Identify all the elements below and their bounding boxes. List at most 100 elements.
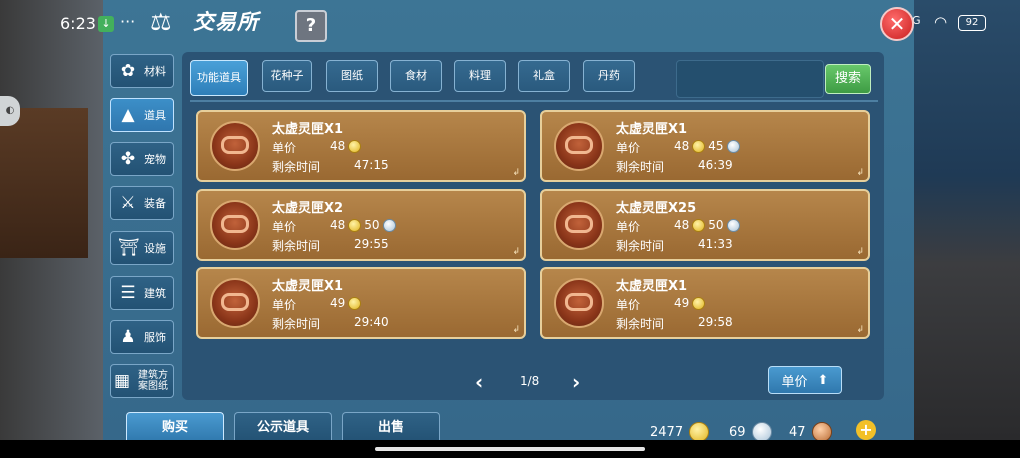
silver-coin-icon xyxy=(751,422,772,442)
gold-price: 49 xyxy=(330,296,346,310)
prev-page-icon[interactable]: ‹ xyxy=(475,370,483,394)
sidebar-item-clothing[interactable]: ♟ 服饰 xyxy=(110,320,174,354)
spirit-box-icon xyxy=(554,278,604,328)
wifi-icon: ◠ xyxy=(934,13,948,31)
props-icon: ▲ xyxy=(121,105,135,125)
materials-icon: ✿ xyxy=(120,61,136,81)
search-button[interactable]: 搜索 xyxy=(825,64,871,94)
tab-flower-seeds[interactable]: 花种子 xyxy=(262,60,312,92)
listing-card[interactable]: 太虚灵匣X1 单价 48 剩余时间 47:15 ↲ xyxy=(196,110,526,182)
tab-buy[interactable]: 购买 xyxy=(126,412,224,442)
tab-sell[interactable]: 出售 xyxy=(342,412,440,442)
item-price: 48 xyxy=(330,139,362,153)
sidebar-item-label: 服饰 xyxy=(144,331,166,344)
spirit-box-icon xyxy=(554,200,604,250)
gold-balance: 2477 xyxy=(650,422,710,442)
unit-price-label: 单价 xyxy=(272,220,297,234)
side-avatar[interactable]: ◐ xyxy=(0,96,20,126)
gold-coin-icon xyxy=(689,422,710,442)
sidebar-item-props[interactable]: ▲ 道具 xyxy=(110,98,174,132)
remaining-time-label: 剩余时间 xyxy=(272,239,321,253)
next-page-icon[interactable]: › xyxy=(572,370,580,394)
sidebar-item-materials[interactable]: ✿ 材料 xyxy=(110,54,174,88)
sword-icon: ⚔ xyxy=(120,193,136,213)
tab-function-props[interactable]: 功能道具 xyxy=(190,60,248,96)
tab-cuisine[interactable]: 料理 xyxy=(454,60,506,92)
home-indicator[interactable] xyxy=(375,447,645,451)
corner-mark-icon: ↲ xyxy=(512,325,520,335)
remaining-time: 29:55 xyxy=(354,237,389,251)
sidebar-item-label: 建筑 xyxy=(144,287,166,300)
corner-mark-icon: ↲ xyxy=(512,247,520,257)
search-input[interactable] xyxy=(676,60,824,98)
remaining-time: 29:58 xyxy=(698,315,733,329)
gold-amount: 2477 xyxy=(650,424,684,440)
scale-icon: ⚖ xyxy=(150,8,172,36)
tab-elixir[interactable]: 丹药 xyxy=(583,60,635,92)
gold-coin-icon xyxy=(348,296,362,310)
add-currency-icon[interactable]: + xyxy=(856,420,876,440)
unit-price-label: 单价 xyxy=(616,141,641,155)
remaining-time-label: 剩余时间 xyxy=(616,160,665,174)
item-name: 太虚灵匣X1 xyxy=(616,279,688,294)
gold-coin-icon xyxy=(692,218,706,232)
tab-gift-box[interactable]: 礼盒 xyxy=(518,60,570,92)
sidebar-item-facilities[interactable]: ⛩ 设施 xyxy=(110,231,174,265)
gold-price: 49 xyxy=(674,296,690,310)
listing-card[interactable]: 太虚灵匣X1 单价 49 剩余时间 29:40 ↲ xyxy=(196,267,526,339)
sidebar-item-label: 道具 xyxy=(144,109,166,122)
silver-price: 50 xyxy=(708,218,724,232)
listing-card[interactable]: 太虚灵匣X2 单价 48 50 剩余时间 29:55 ↲ xyxy=(196,189,526,261)
gold-price: 48 xyxy=(674,218,690,232)
remaining-time-label: 剩余时间 xyxy=(272,160,321,174)
bronze-amount: 47 xyxy=(789,424,806,440)
tab-ingredients[interactable]: 食材 xyxy=(390,60,442,92)
sidebar-item-label: 装备 xyxy=(144,197,166,210)
blueprint-icon: ▦ xyxy=(113,370,131,391)
item-name: 太虚灵匣X1 xyxy=(272,279,344,294)
gold-price: 48 xyxy=(330,139,346,153)
spirit-box-icon xyxy=(210,278,260,328)
unit-price-label: 单价 xyxy=(616,298,641,312)
remaining-time-label: 剩余时间 xyxy=(616,239,665,253)
listing-card[interactable]: 太虚灵匣X1 单价 48 45 剩余时间 46:39 ↲ xyxy=(540,110,870,182)
sidebar-item-label: 材料 xyxy=(144,65,166,78)
corner-mark-icon: ↲ xyxy=(856,247,864,257)
listing-card[interactable]: 太虚灵匣X1 单价 49 剩余时间 29:58 ↲ xyxy=(540,267,870,339)
status-time: 6:23 xyxy=(60,14,96,33)
sidebar-item-buildings[interactable]: ☰ 建筑 xyxy=(110,276,174,310)
clothing-icon: ♟ xyxy=(120,327,136,347)
remaining-time-label: 剩余时间 xyxy=(616,317,665,331)
sidebar-item-equipment[interactable]: ⚔ 装备 xyxy=(110,186,174,220)
sidebar-item-label: 建筑方案图纸 xyxy=(138,370,168,392)
facility-icon: ⛩ xyxy=(118,238,140,258)
tab-blueprints[interactable]: 图纸 xyxy=(326,60,378,92)
listing-card[interactable]: 太虚灵匣X25 单价 48 50 剩余时间 41:33 ↲ xyxy=(540,189,870,261)
gold-price: 48 xyxy=(674,139,690,153)
silver-price: 50 xyxy=(364,218,380,232)
system-nav-bar xyxy=(0,440,1020,458)
silver-price: 45 xyxy=(708,139,724,153)
unit-price-label: 单价 xyxy=(272,141,297,155)
spirit-box-icon xyxy=(554,121,604,171)
sort-by-price-button[interactable]: 单价 ⬆ xyxy=(768,366,842,394)
status-more-dots: ··· xyxy=(120,12,136,31)
sort-arrow-icon: ⬆ xyxy=(817,372,829,388)
corner-mark-icon: ↲ xyxy=(856,168,864,178)
item-name: 太虚灵匣X25 xyxy=(616,201,697,216)
tab-public-items[interactable]: 公示道具 xyxy=(234,412,332,442)
remaining-time-label: 剩余时间 xyxy=(272,317,321,331)
sidebar-item-label: 设施 xyxy=(144,242,166,255)
item-price: 48 45 xyxy=(674,139,740,153)
bronze-balance: 47 xyxy=(789,422,832,442)
unit-price-label: 单价 xyxy=(272,298,297,312)
sidebar-item-pets[interactable]: ✤ 宠物 xyxy=(110,142,174,176)
close-icon[interactable]: ✕ xyxy=(880,7,914,41)
corner-mark-icon: ↲ xyxy=(856,325,864,335)
spirit-box-icon xyxy=(210,121,260,171)
help-button[interactable]: ? xyxy=(295,10,327,42)
gold-coin-icon xyxy=(692,139,706,153)
remaining-time: 47:15 xyxy=(354,158,389,172)
battery-icon: 92 xyxy=(958,15,986,31)
sidebar-item-blueprints[interactable]: ▦ 建筑方案图纸 xyxy=(110,364,174,398)
